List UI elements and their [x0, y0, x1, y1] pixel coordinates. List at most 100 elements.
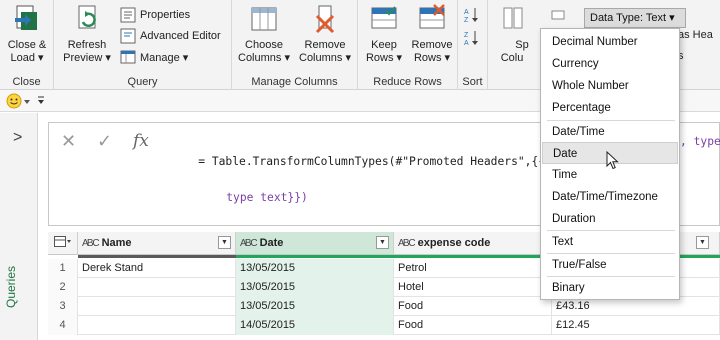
cancel-formula-icon[interactable]: ✕	[61, 131, 76, 152]
row-number[interactable]: 2	[48, 278, 78, 297]
cell-name[interactable]: Derek Stand	[78, 259, 236, 278]
manage-icon	[120, 49, 136, 65]
remove-rows-button[interactable]: Remove Rows ▾	[408, 2, 456, 65]
filter-dropdown-icon[interactable]: ▼	[218, 236, 231, 249]
close-group-label: Close	[12, 76, 41, 88]
sort-ascending-icon: AZ	[464, 6, 480, 24]
menu-item-date-time[interactable]: Date/Time	[542, 121, 678, 143]
smiley-feedback-icon[interactable]	[6, 92, 32, 113]
query-group: Refresh Preview ▾ Properties Advanced Ed…	[54, 0, 232, 90]
close-group: Close & Load ▾ Close	[0, 0, 54, 90]
close-and-load-button[interactable]: Close & Load ▾	[4, 2, 50, 65]
close-load-label-1: Close &	[7, 39, 47, 51]
refresh-label-2: Preview ▾	[63, 52, 111, 64]
filter-dropdown-icon[interactable]: ▼	[696, 236, 709, 249]
remove-rows-label-2: Rows ▾	[413, 52, 451, 64]
formula-line-1-tail: , type	[680, 135, 720, 148]
close-load-icon	[11, 2, 43, 36]
menu-item-percentage[interactable]: Percentage	[542, 97, 678, 119]
cell-date[interactable]: 14/05/2015	[236, 316, 394, 335]
cell-date[interactable]: 13/05/2015	[236, 278, 394, 297]
cell-date[interactable]: 13/05/2015	[236, 297, 394, 316]
fx-icon[interactable]: fx	[133, 131, 149, 151]
keep-rows-icon	[368, 2, 400, 36]
cell-date[interactable]: 13/05/2015	[236, 259, 394, 278]
cell-expense-code[interactable]: Food	[394, 297, 552, 316]
close-load-label-2: Load ▾	[10, 52, 44, 64]
choose-columns-button[interactable]: Choose Columns ▾	[236, 2, 292, 65]
menu-item-text[interactable]: Text	[542, 231, 678, 253]
mouse-pointer-icon	[606, 150, 620, 174]
svg-text:Z: Z	[464, 32, 469, 39]
table-menu-button[interactable]	[48, 232, 78, 255]
text-type-icon[interactable]: A B C	[240, 238, 258, 249]
reduce-rows-group: Keep Rows ▾ Remove Rows ▾ Reduce Rows	[358, 0, 458, 90]
menu-item-true-false[interactable]: True/False	[542, 254, 678, 276]
column-quality-bar	[78, 255, 236, 258]
remove-columns-icon	[309, 2, 341, 36]
split-column-button[interactable]: Sp Colu	[492, 2, 532, 65]
row-number[interactable]: 1	[48, 259, 78, 278]
column-header-name[interactable]: A B C Name ▼	[78, 232, 236, 255]
manage-label: Manage ▾	[140, 51, 189, 64]
queries-panel: > Queries	[0, 113, 38, 340]
menu-item-decimal-number[interactable]: Decimal Number	[542, 31, 678, 53]
text-type-icon[interactable]: A B C	[82, 238, 100, 249]
use-first-row-headers-partial[interactable]: as Hea	[678, 26, 713, 44]
advanced-editor-button[interactable]: Advanced Editor	[120, 27, 221, 45]
keep-rows-label-1: Keep	[371, 39, 397, 51]
keep-rows-button[interactable]: Keep Rows ▾	[362, 2, 406, 65]
expand-queries-chevron-icon[interactable]: >	[13, 129, 22, 147]
column-quality-bar	[394, 255, 552, 258]
remove-columns-button[interactable]: Remove Columns ▾	[296, 2, 354, 65]
remove-columns-label-2: Columns ▾	[299, 52, 351, 64]
cell-name[interactable]	[78, 316, 236, 335]
column-header-label: expense code	[417, 237, 491, 249]
properties-icon	[120, 7, 136, 23]
cell-amount[interactable]: £12.45	[552, 316, 720, 335]
queries-panel-label[interactable]: Queries	[4, 266, 18, 308]
manage-button[interactable]: Manage ▾	[120, 48, 188, 66]
menu-item-date-time-timezone[interactable]: Date/Time/Timezone	[542, 186, 678, 208]
column-header-date[interactable]: A B C Date ▼	[236, 232, 394, 255]
choose-columns-label-1: Choose	[245, 39, 283, 51]
table-icon	[54, 235, 72, 251]
commit-formula-icon[interactable]: ✓	[97, 131, 112, 152]
formula-text[interactable]: = Table.TransformColumnTypes(#"Promoted …	[171, 135, 559, 225]
refresh-preview-button[interactable]: Refresh Preview ▾	[62, 2, 112, 65]
manage-columns-group-label: Manage Columns	[251, 76, 338, 88]
sort-descending-icon: ZA	[464, 29, 480, 47]
cell-expense-code[interactable]: Food	[394, 316, 552, 335]
properties-button[interactable]: Properties	[120, 6, 190, 24]
menu-item-whole-number[interactable]: Whole Number	[542, 75, 678, 97]
filter-dropdown-icon[interactable]: ▼	[376, 236, 389, 249]
choose-columns-label-2: Columns ▾	[238, 52, 290, 64]
cell-name[interactable]	[78, 278, 236, 297]
remove-rows-label-1: Remove	[411, 39, 453, 51]
row-number[interactable]: 4	[48, 316, 78, 335]
query-group-label: Query	[127, 76, 158, 88]
menu-item-duration[interactable]: Duration	[542, 208, 678, 230]
customize-qat-icon[interactable]	[36, 95, 46, 108]
menu-item-binary[interactable]: Binary	[542, 277, 678, 299]
advanced-editor-icon	[120, 28, 136, 44]
split-label-2: Colu	[500, 52, 524, 64]
column-header-label: Date	[259, 237, 284, 249]
formula-line-1: = Table.TransformColumnTypes(#"Promoted …	[198, 155, 559, 168]
advanced-editor-label: Advanced Editor	[140, 30, 221, 42]
use-headers-label: as Hea	[678, 29, 713, 41]
manage-columns-group: Choose Columns ▾ Remove Columns ▾ Manage…	[232, 0, 358, 90]
table-row: 4 14/05/2015 Food £12.45	[48, 316, 720, 335]
column-header-expense-code[interactable]: A B C expense code	[394, 232, 552, 255]
cell-name[interactable]	[78, 297, 236, 316]
group-by-icon-wrap[interactable]	[550, 6, 570, 24]
sort-group-label: Sort	[462, 76, 483, 88]
sort-descending-button[interactable]: ZA	[464, 28, 484, 47]
sort-ascending-button[interactable]: AZ	[464, 5, 484, 24]
cell-expense-code[interactable]: Petrol	[394, 259, 552, 278]
row-number[interactable]: 3	[48, 297, 78, 316]
text-type-icon[interactable]: A B C	[398, 238, 416, 249]
data-type-dropdown-button[interactable]: Data Type: Text ▾	[584, 8, 686, 28]
menu-item-currency[interactable]: Currency	[542, 53, 678, 75]
cell-expense-code[interactable]: Hotel	[394, 278, 552, 297]
